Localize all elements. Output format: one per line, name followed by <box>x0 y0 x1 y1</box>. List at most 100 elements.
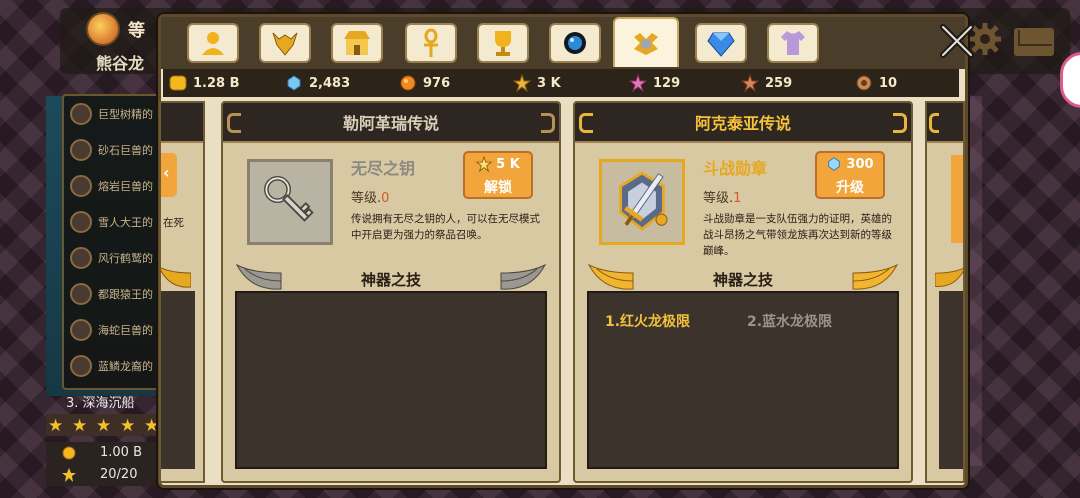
shirt-icon <box>781 31 805 55</box>
mail-icon[interactable] <box>1014 28 1054 56</box>
currency-value: 1.28 B <box>193 75 240 91</box>
quest-icon <box>70 139 92 161</box>
quest-icon <box>70 211 92 233</box>
tab-shop[interactable] <box>331 23 383 63</box>
wing-icon <box>935 267 963 287</box>
skill-box <box>235 291 547 469</box>
button-cost: 300 <box>817 156 883 172</box>
player-name: 熊谷龙 <box>96 54 145 73</box>
reward-value: 1.00 B <box>100 445 142 460</box>
quest-label: 熔岩巨兽的 <box>98 180 153 193</box>
quest-item[interactable]: 风行鹤鹫的 <box>70 244 166 272</box>
currency-orb: 976 <box>399 73 450 93</box>
currency-value: 10 <box>879 75 898 91</box>
quest-item[interactable]: 熔岩巨兽的 <box>70 172 166 200</box>
quest-label: 风行鹤鹫的 <box>98 252 153 265</box>
level-label: 等级. <box>703 191 734 206</box>
item-frame[interactable] <box>247 159 333 245</box>
currency-value: 2,483 <box>309 75 351 91</box>
tab-artifact[interactable] <box>613 17 679 67</box>
currency-scroll-fragment: 259 <box>741 73 792 93</box>
blue-crystal-icon <box>828 157 841 171</box>
artifact-panel-key: 勒阿革瑞传说 无尽之钥 等级.0 传说拥有无尽之钥的人，可以在无尽模式中开启更为… <box>221 101 561 483</box>
tab-trophy[interactable] <box>477 23 529 63</box>
wing-right-icon <box>852 263 899 290</box>
cost-value: 300 <box>846 156 874 172</box>
tab-costume[interactable] <box>767 23 819 63</box>
item-level: 等级.1 <box>703 187 741 206</box>
peek-skill-box <box>939 291 963 469</box>
panel-header: 勒阿革瑞传说 <box>223 103 559 143</box>
ornament <box>227 113 241 133</box>
item-frame[interactable] <box>599 159 685 245</box>
item-description: 斗战勋章是一支队伍强力的证明，英雄的战斗昂扬之气带领龙族再次达到新的等级巅峰。 <box>703 213 892 257</box>
item-level: 等级.0 <box>351 187 389 206</box>
panel-title: 阿克泰亚传说 <box>694 114 791 133</box>
gold-fragment-icon <box>513 74 531 92</box>
quest-item[interactable]: 蓝鳞龙裔的 <box>70 352 166 380</box>
artifact-icon <box>634 33 658 55</box>
reward-value: 20/20 <box>100 467 138 482</box>
quest-icon <box>70 319 92 341</box>
ornament <box>579 113 593 133</box>
unlock-button[interactable]: 5 K 解锁 <box>463 151 533 199</box>
tab-dragon[interactable] <box>259 23 311 63</box>
star-icon: ★ <box>144 416 160 436</box>
currency-gold-fragment: 3 K <box>513 73 561 93</box>
artifact-modal: 1.28 B 2,483 976 3 K 129 259 10 ‹ 在死 勒阿革… <box>158 14 974 488</box>
star-icon: ★ <box>72 416 88 436</box>
item-name: 无尽之钥 <box>351 159 416 178</box>
player-avatar[interactable] <box>86 12 120 46</box>
tab-hero[interactable] <box>187 23 239 63</box>
gold-coin-icon <box>169 75 187 91</box>
level-value: 0 <box>381 191 390 206</box>
quest-icon <box>70 247 92 269</box>
ornament <box>893 113 907 133</box>
peek-button <box>951 155 963 243</box>
quest-label: 砂石巨兽的 <box>98 144 153 157</box>
pink-fragment-icon <box>629 74 647 92</box>
tab-orb[interactable] <box>549 23 601 63</box>
tab-bar <box>161 17 974 69</box>
quest-item[interactable]: 海蛇巨兽的 <box>70 316 166 344</box>
previous-artifact-panel[interactable]: ‹ 在死 <box>159 101 205 483</box>
skill-box: 1.红火龙极限 2.蓝水龙极限 <box>587 291 899 469</box>
orb-icon <box>564 32 586 54</box>
next-artifact-panel[interactable] <box>925 101 965 483</box>
tab-ankh[interactable] <box>405 23 457 63</box>
peek-header <box>927 103 963 143</box>
button-cost: 5 K <box>465 156 531 172</box>
star-icon <box>62 468 76 482</box>
star-icon: ★ <box>96 416 112 436</box>
reward-row: 1.00 B <box>46 442 164 464</box>
level-label: 等级. <box>351 191 382 206</box>
tab-gem[interactable] <box>695 23 747 63</box>
battle-medal-icon <box>619 171 668 231</box>
quest-item[interactable]: 都跟猿王的 <box>70 280 166 308</box>
currency-value: 3 K <box>537 75 561 91</box>
wing-right-icon <box>500 263 547 290</box>
panel-header: 阿克泰亚传说 <box>575 103 911 143</box>
peek-skill-box <box>161 291 195 469</box>
ornament <box>541 113 555 133</box>
skill-item-active[interactable]: 1.红火龙极限 <box>605 311 690 331</box>
gem-icon <box>707 32 735 57</box>
skill-item[interactable]: 2.蓝水龙极限 <box>747 311 832 331</box>
quest-item[interactable]: 砂石巨兽的 <box>70 136 166 164</box>
quest-label: 巨型树精的 <box>98 108 153 121</box>
quest-icon <box>70 175 92 197</box>
quest-item[interactable]: 巨型树精的 <box>70 100 166 128</box>
wing-icon <box>161 267 191 288</box>
gold-fragment-icon <box>476 156 493 172</box>
scroll-fragment-icon <box>741 74 759 92</box>
level-value: 1 <box>733 191 742 206</box>
currency-value: 259 <box>765 75 793 91</box>
gold-coin-icon <box>62 446 76 460</box>
close-button[interactable] <box>937 21 977 61</box>
quest-item[interactable]: 雪人大王的 <box>70 208 166 236</box>
reward-row: 20/20 <box>46 464 164 486</box>
upgrade-button[interactable]: 300 升级 <box>815 151 885 199</box>
button-label: 升级 <box>836 180 864 196</box>
quest-label: 海蛇巨兽的 <box>98 324 153 337</box>
quest-icon <box>70 283 92 305</box>
